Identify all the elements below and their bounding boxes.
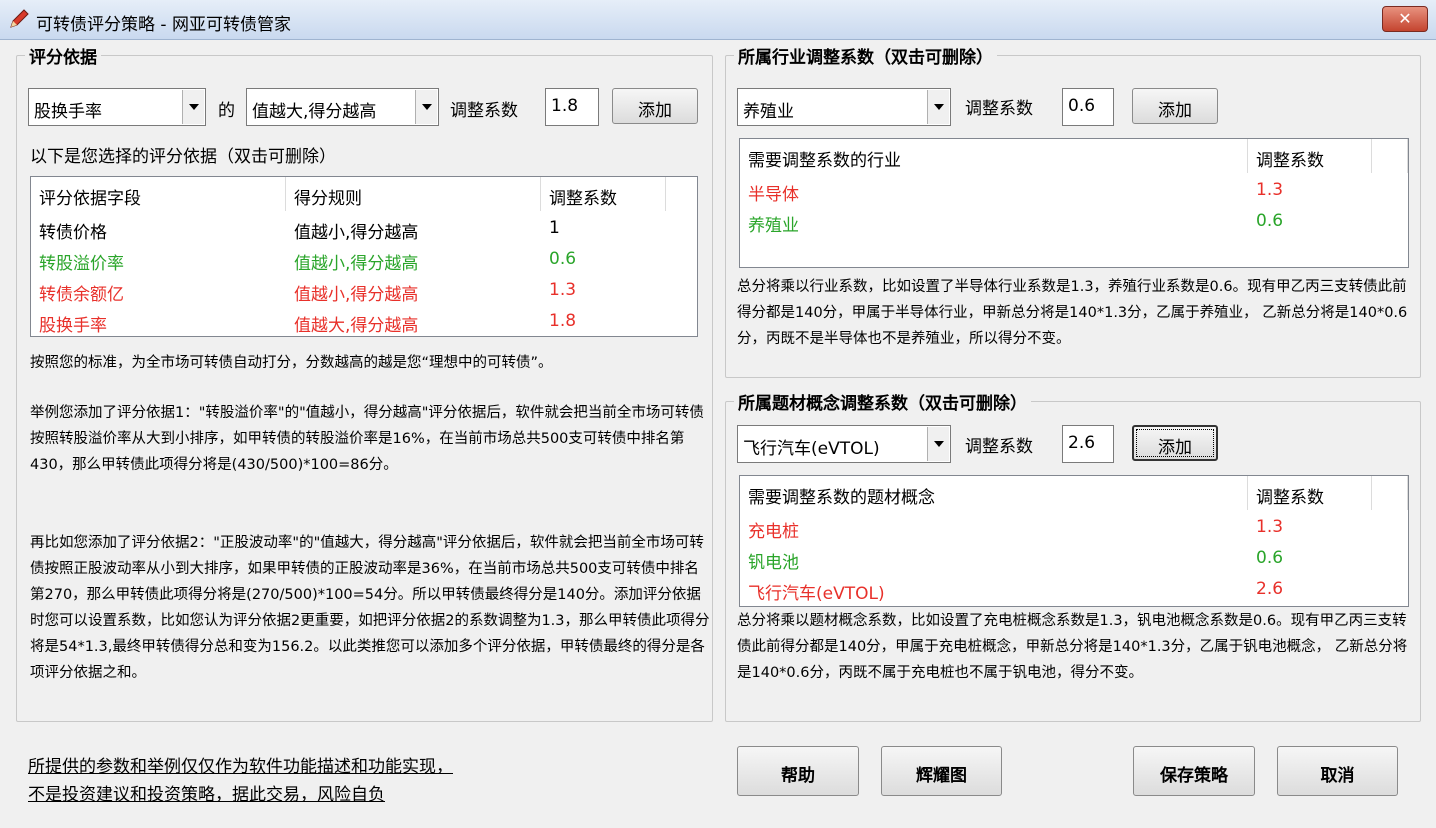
table-row[interactable]: 转债余额亿 值越小,得分越高 1.3 — [31, 276, 666, 307]
coef-label: 调整系数 — [450, 101, 518, 121]
criteria-legend: 评分依据 — [25, 43, 101, 68]
theme-select-value: 飞行汽车(eVTOL) — [743, 439, 880, 459]
title-bar: 可转债评分策略 - 网亚可转债管家 ✕ — [0, 0, 1436, 40]
column-header[interactable]: 调整系数 — [1248, 139, 1372, 173]
criteria-add-label: 添加 — [638, 101, 672, 121]
table-row[interactable]: 转债价格 值越小,得分越高 1 — [31, 214, 666, 245]
pencil-icon — [10, 9, 29, 28]
industry-add-button[interactable]: 添加 — [1132, 88, 1218, 124]
help-label: 帮助 — [781, 766, 815, 786]
of-label: 的 — [218, 101, 235, 121]
column-header[interactable]: 调整系数 — [1248, 476, 1372, 510]
column-header-spacer — [1372, 139, 1408, 173]
table-cell: 1 — [549, 218, 560, 238]
help-button[interactable]: 帮助 — [737, 746, 859, 796]
industry-legend: 所属行业调整系数（双击可删除） — [734, 43, 997, 68]
industry-list-header: 需要调整系数的行业 调整系数 — [740, 139, 1408, 173]
rule-select-value: 值越大,得分越高 — [252, 102, 377, 122]
industry-coef-value: 0.6 — [1068, 96, 1096, 116]
industry-add-label: 添加 — [1158, 101, 1192, 121]
table-cell: 转股溢价率 — [39, 254, 124, 274]
table-cell: 值越小,得分越高 — [294, 223, 419, 243]
table-row[interactable]: 转股溢价率 值越小,得分越高 0.6 — [31, 245, 666, 276]
table-row[interactable]: 充电桩 1.3 — [740, 513, 1372, 544]
theme-list-header: 需要调整系数的题材概念 调整系数 — [740, 476, 1408, 510]
save-strategy-button[interactable]: 保存策略 — [1133, 746, 1255, 796]
theme-add-label: 添加 — [1158, 438, 1192, 458]
criteria-desc-1: 按照您的标准，为全市场可转债自动打分，分数越高的越是您“理想中的可转债”。 — [30, 355, 553, 371]
cancel-button[interactable]: 取消 — [1277, 746, 1398, 796]
theme-coef-value: 2.6 — [1068, 433, 1096, 453]
rule-select[interactable]: 值越大,得分越高 — [246, 88, 439, 126]
table-cell: 钒电池 — [748, 553, 799, 573]
criteria-list[interactable]: 评分依据字段 得分规则 调整系数 转债价格 值越小,得分越高 1 转股溢价率 值越小,得… — [30, 176, 698, 337]
table-cell: 值越大,得分越高 — [294, 316, 419, 336]
table-cell: 转债价格 — [39, 223, 107, 243]
column-header[interactable]: 调整系数 — [541, 177, 666, 211]
criteria-desc-2: 举例您添加了评分依据1："转股溢价率"的"值越小，得分越高"评分依据后，软件就会… — [30, 405, 704, 473]
industry-list[interactable]: 需要调整系数的行业 调整系数 半导体 1.3 养殖业 0.6 — [739, 138, 1409, 268]
cancel-label: 取消 — [1320, 766, 1355, 786]
table-row[interactable]: 飞行汽车(eVTOL) 2.6 — [740, 575, 1372, 606]
column-header[interactable]: 得分规则 — [286, 177, 541, 211]
industry-coef-input[interactable]: 0.6 — [1062, 88, 1114, 126]
industry-select-value: 养殖业 — [743, 102, 794, 122]
table-cell: 半导体 — [748, 185, 799, 205]
table-cell: 养殖业 — [748, 216, 799, 236]
table-cell: 1.3 — [549, 280, 577, 300]
chart-label: 辉耀图 — [916, 766, 967, 786]
chevron-down-icon[interactable] — [415, 90, 437, 124]
industry-select[interactable]: 养殖业 — [737, 88, 951, 126]
table-row[interactable]: 半导体 1.3 — [740, 176, 1372, 207]
theme-coef-input[interactable]: 2.6 — [1062, 425, 1114, 463]
table-cell: 转债余额亿 — [39, 285, 124, 305]
window-title: 可转债评分策略 - 网亚可转债管家 — [36, 15, 291, 35]
table-cell: 2.6 — [1256, 579, 1284, 599]
theme-legend: 所属题材概念调整系数（双击可删除） — [734, 389, 1031, 414]
chevron-down-icon[interactable] — [927, 427, 949, 461]
field-select-value: 股换手率 — [34, 102, 102, 122]
table-cell: 1.3 — [1256, 180, 1284, 200]
chart-button[interactable]: 辉耀图 — [881, 746, 1002, 796]
save-label: 保存策略 — [1160, 766, 1228, 786]
criteria-add-button[interactable]: 添加 — [612, 88, 698, 124]
criteria-coef-input[interactable]: 1.8 — [545, 88, 599, 126]
table-row[interactable]: 钒电池 0.6 — [740, 544, 1372, 575]
column-header-spacer — [1372, 476, 1408, 510]
table-cell: 0.6 — [549, 249, 577, 269]
industry-coef-label: 调整系数 — [965, 99, 1033, 119]
column-header[interactable]: 需要调整系数的行业 — [740, 139, 1248, 173]
close-icon: ✕ — [1398, 9, 1412, 28]
table-cell: 充电桩 — [748, 522, 799, 542]
theme-list[interactable]: 需要调整系数的题材概念 调整系数 充电桩 1.3 钒电池 0.6 飞行汽车(eVTOL)… — [739, 475, 1409, 607]
table-cell: 0.6 — [1256, 548, 1284, 568]
field-select[interactable]: 股换手率 — [28, 88, 206, 126]
table-cell: 值越小,得分越高 — [294, 285, 419, 305]
criteria-desc-3: 再比如您添加了评分依据2："正股波动率"的"值越大，得分越高"评分依据后，软件就… — [30, 535, 710, 681]
theme-desc: 总分将乘以题材概念系数，比如设置了充电桩概念系数是1.3，钒电池概念系数是0.6… — [737, 613, 1408, 681]
chevron-down-icon[interactable] — [927, 90, 949, 124]
criteria-coef-value: 1.8 — [551, 96, 579, 116]
table-cell: 0.6 — [1256, 211, 1284, 231]
close-button[interactable]: ✕ — [1382, 6, 1428, 32]
theme-coef-label: 调整系数 — [965, 437, 1033, 457]
disclaimer-line-2: 不是投资建议和投资策略，据此交易，风险自负 — [28, 785, 385, 805]
table-row[interactable]: 养殖业 0.6 — [740, 207, 1372, 238]
column-header[interactable]: 需要调整系数的题材概念 — [740, 476, 1248, 510]
criteria-list-header: 评分依据字段 得分规则 调整系数 — [31, 177, 697, 211]
table-cell: 值越小,得分越高 — [294, 254, 419, 274]
theme-select[interactable]: 飞行汽车(eVTOL) — [737, 425, 951, 463]
industry-desc: 总分将乘以行业系数，比如设置了半导体行业系数是1.3，养殖行业系数是0.6。现有… — [737, 279, 1408, 347]
disclaimer-line-1: 所提供的参数和举例仅仅作为软件功能描述和功能实现， — [28, 757, 453, 777]
table-cell: 飞行汽车(eVTOL) — [748, 584, 885, 604]
theme-add-button[interactable]: 添加 — [1132, 425, 1218, 461]
column-header-spacer — [666, 177, 697, 211]
table-cell: 1.3 — [1256, 517, 1284, 537]
table-cell: 股换手率 — [39, 316, 107, 336]
column-header[interactable]: 评分依据字段 — [31, 177, 286, 211]
table-cell: 1.8 — [549, 311, 577, 331]
chevron-down-icon[interactable] — [182, 90, 204, 124]
criteria-list-caption: 以下是您选择的评分依据（双击可删除） — [30, 147, 336, 167]
table-row[interactable]: 股换手率 值越大,得分越高 1.8 — [31, 307, 666, 336]
